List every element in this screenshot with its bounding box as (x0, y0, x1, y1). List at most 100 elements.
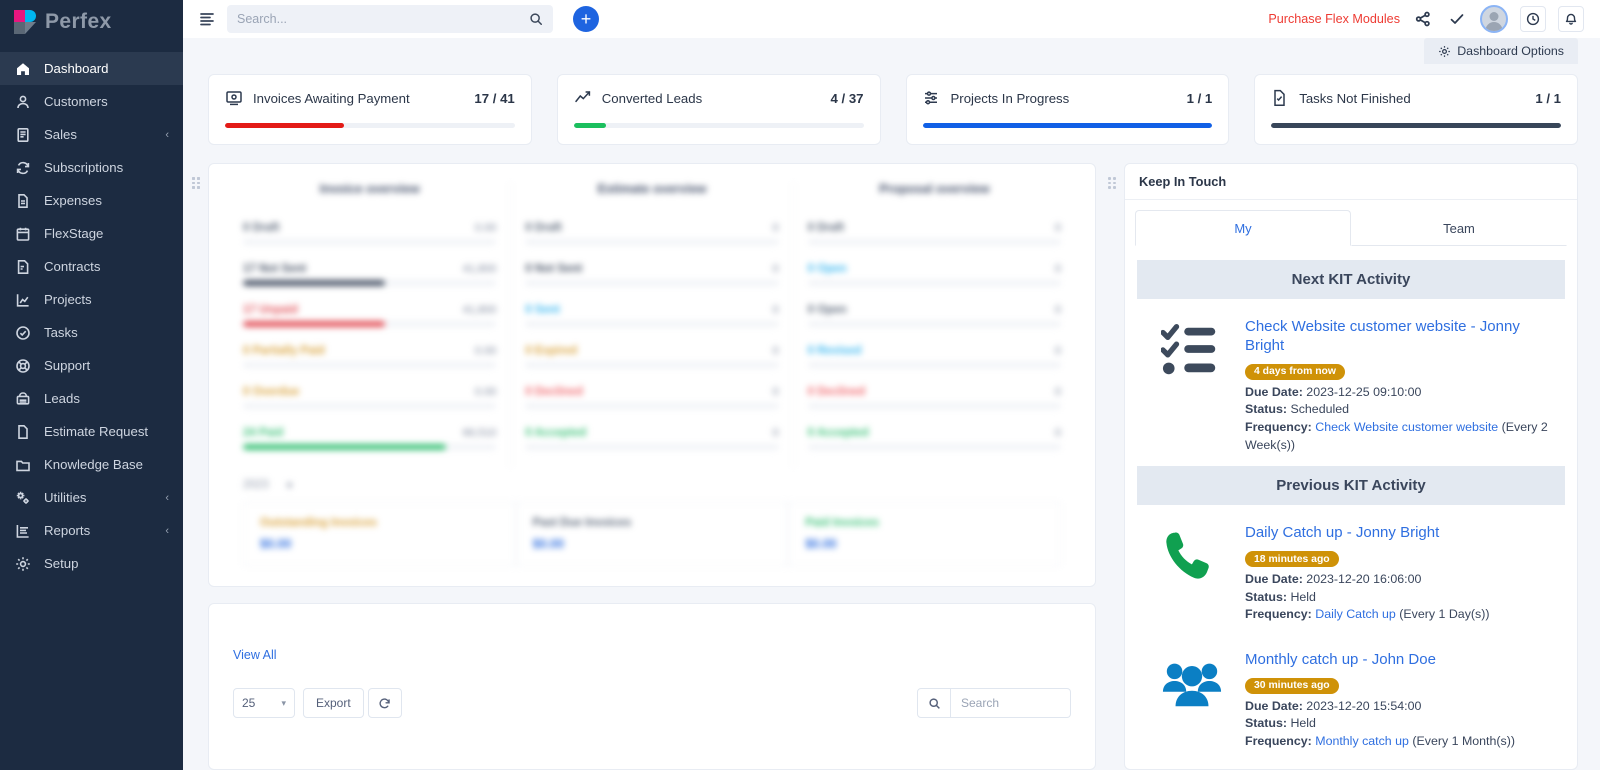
tab-my[interactable]: My (1135, 210, 1351, 246)
page-size-value: 25 (242, 696, 256, 710)
share-icon[interactable] (1412, 8, 1434, 30)
overview-row-name: 0 Expired (525, 345, 578, 357)
panel-drag-handle-lower[interactable] (192, 177, 200, 189)
sidebar-item-setup[interactable]: Setup (0, 547, 183, 580)
sidebar-item-contracts[interactable]: Contracts (0, 250, 183, 283)
sidebar-item-flexstage[interactable]: FlexStage (0, 217, 183, 250)
chart-icon (14, 291, 31, 308)
checkmark-icon[interactable] (1446, 8, 1468, 30)
overview-row-name: 0 Revised (807, 345, 862, 357)
view-all-link[interactable]: View All (233, 648, 1071, 662)
gear-icon (1439, 45, 1451, 57)
sidebar-item-customers[interactable]: Customers (0, 85, 183, 118)
kit-activity-item: Daily Catch up - Jonny Bright 18 minutes… (1137, 509, 1565, 636)
overview-row: 0 Draft 0 (525, 222, 779, 245)
sidebar-item-label: Subscriptions (44, 160, 124, 175)
frequency-link[interactable]: Check Website customer website (1315, 420, 1498, 434)
sidebar-item-expenses[interactable]: Expenses (0, 184, 183, 217)
notifications-bell-icon[interactable] (1558, 6, 1584, 32)
right-column: Keep In Touch My Team Next KIT Activity C… (1108, 163, 1578, 770)
overview-row: 0 Revised 0 (807, 345, 1061, 368)
chevron-left-icon[interactable]: ‹ (165, 492, 169, 504)
user-avatar[interactable] (1480, 5, 1508, 33)
overview-row-amount: 0.00 (474, 386, 497, 398)
table-search-input[interactable] (951, 688, 1071, 718)
kit-panel-drag-handle[interactable] (1108, 177, 1116, 189)
export-button[interactable]: Export (303, 688, 364, 718)
refresh-icon (14, 159, 31, 176)
page-size-select[interactable]: 25 ▾ (233, 688, 295, 718)
sidebar-item-leads[interactable]: Leads (0, 382, 183, 415)
stat-progress-bar (1271, 123, 1561, 128)
sidebar-item-subscriptions[interactable]: Subscriptions (0, 151, 183, 184)
kit-activity-item: Check Website customer website - Jonny B… (1137, 303, 1565, 466)
sidebar-item-reports[interactable]: Reports ‹ (0, 514, 183, 547)
stat-card-title: Converted Leads (601, 90, 703, 106)
purchase-flex-modules-link[interactable]: Purchase Flex Modules (1268, 12, 1400, 26)
kit-activity-title[interactable]: Check Website customer website - Jonny B… (1245, 317, 1557, 355)
overview-row-bar (243, 444, 497, 450)
stat-card-converted-leads[interactable]: Converted Leads 4 / 37 (556, 74, 881, 145)
overview-row-name: 0 Declined (807, 386, 866, 398)
quick-add-button[interactable]: + (573, 6, 599, 32)
sidebar-item-support[interactable]: Support (0, 349, 183, 382)
dashboard-options-button[interactable]: Dashboard Options (1424, 38, 1578, 64)
perfex-logo-icon (14, 10, 36, 34)
stat-card-projects-in-progress[interactable]: Projects In Progress 1 / 1 (905, 74, 1230, 145)
overview-row-bar (807, 403, 1061, 409)
sidebar-item-knowledge-base[interactable]: Knowledge Base (0, 448, 183, 481)
kit-activity-title[interactable]: Daily Catch up - Jonny Bright (1245, 523, 1557, 542)
sidebar-item-tasks[interactable]: Tasks (0, 316, 183, 349)
tab-team[interactable]: Team (1351, 210, 1567, 246)
sidebar-item-utilities[interactable]: Utilities ‹ (0, 481, 183, 514)
overview-year-filter[interactable]: 2023 ▾ (243, 478, 1061, 492)
search-input[interactable] (237, 12, 529, 26)
overview-row-bar (807, 444, 1061, 450)
kit-activity-title[interactable]: Monthly catch up - John Doe (1245, 650, 1557, 669)
kit-activity-text: Monthly catch up - John Doe 30 minutes a… (1245, 650, 1557, 751)
sidebar-item-label: Dashboard (44, 61, 109, 76)
user-icon (14, 93, 31, 110)
stat-progress-bar (922, 123, 1213, 128)
dashboard-options-row: Dashboard Options (183, 38, 1600, 66)
sidebar-item-label: Estimate Request (44, 424, 149, 439)
sidebar-item-dashboard[interactable]: Dashboard (0, 52, 183, 85)
sidebar-item-sales[interactable]: Sales ‹ (0, 118, 183, 151)
frequency-link[interactable]: Daily Catch up (1315, 607, 1396, 621)
overview-row-bar (525, 239, 779, 245)
overview-row: 24 Paid 66,510 (243, 427, 497, 450)
receipt-icon (14, 126, 31, 143)
overview-row-bar (525, 321, 779, 327)
stat-card-invoices-awaiting-payment[interactable]: Invoices Awaiting Payment 17 / 41 (208, 74, 532, 145)
sidebar-item-label: Leads (44, 391, 80, 406)
sidebar-item-projects[interactable]: Projects (0, 283, 183, 316)
overview-footer: 2023 ▾ Outstanding Invoices $0.00 Past Du… (229, 478, 1075, 566)
due-date-label: Due Date: (1245, 698, 1303, 713)
search-icon[interactable] (529, 12, 543, 26)
overview-row: 0 Open 0 (807, 263, 1061, 286)
chevron-down-icon[interactable]: ▾ (287, 478, 293, 492)
overview-row-bar (525, 362, 779, 368)
overview-row-name: 0 Declined (525, 386, 583, 398)
global-search[interactable] (227, 5, 553, 33)
frequency-link[interactable]: Monthly catch up (1315, 734, 1409, 748)
calendar-icon (14, 225, 31, 242)
overview-row-amount: 0 (772, 345, 779, 357)
brand-logo-area[interactable]: Perfex (0, 0, 183, 44)
chevron-left-icon[interactable]: ‹ (165, 129, 169, 141)
overview-row-bar (243, 362, 497, 368)
frequency-suffix: (Every 1 Month(s)) (1412, 733, 1515, 748)
table-search-icon[interactable] (917, 688, 951, 718)
lifebuoy-icon (14, 357, 31, 374)
chevron-left-icon[interactable]: ‹ (165, 525, 169, 537)
invoice-icon (225, 89, 243, 107)
menu-toggle-icon[interactable] (199, 11, 215, 27)
main-area: + Purchase Flex Modules Dashb (183, 0, 1600, 770)
stat-card-title: Projects In Progress (950, 90, 1070, 106)
keep-in-touch-title: Keep In Touch (1125, 164, 1577, 200)
refresh-button[interactable] (367, 688, 402, 718)
clock-icon[interactable] (1520, 6, 1546, 32)
overview-row-amount: 0.00 (474, 345, 497, 357)
sidebar-item-estimate-request[interactable]: Estimate Request (0, 415, 183, 448)
stat-card-tasks-not-finished[interactable]: Tasks Not Finished 1 / 1 (1254, 74, 1578, 145)
